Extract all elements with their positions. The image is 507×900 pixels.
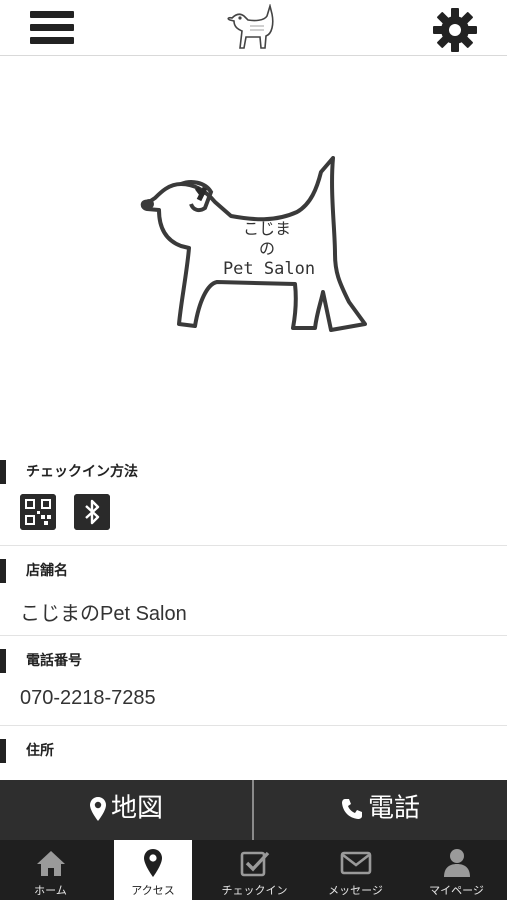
app-header [0,0,507,56]
tab-home[interactable]: ホーム [0,840,101,900]
tab-checkin-label: チェックイン [221,884,288,897]
map-button[interactable]: 地図 [0,780,252,840]
map-pin-icon [144,849,162,877]
tab-mypage[interactable]: マイページ [406,840,507,900]
map-pin-icon [89,796,106,821]
tab-home-label: ホーム [34,884,67,897]
qr-code-icon[interactable] [20,494,56,530]
action-bar: 地図 電話 [0,780,507,840]
checkin-method-title: チェックイン方法 [0,460,138,484]
phone-section: 電話番号 070-2218-7285 [0,637,507,726]
tab-message[interactable]: メッセージ [305,840,406,900]
map-button-label: 地図 [110,793,163,824]
phone-value[interactable]: 070-2218-7285 [20,687,156,710]
tab-mypage-label: マイページ [429,884,484,897]
address-section: 住所 [0,727,507,780]
phone-title: 電話番号 [0,649,82,673]
shop-hero-image: こじま の Pet Salon [0,57,507,450]
hamburger-menu-icon[interactable] [30,9,74,47]
phone-icon [341,798,362,819]
tab-access-label: アクセス [131,884,175,897]
checkbox-icon [240,851,269,877]
logo-text-line1: こじま [243,219,291,238]
tab-message-label: メッセージ [328,884,383,897]
tab-access[interactable]: アクセス [114,840,192,900]
call-button[interactable]: 電話 [254,780,506,840]
home-icon [36,851,65,876]
user-icon [443,849,470,877]
dog-logo-icon[interactable] [224,4,284,52]
call-button-label: 電話 [367,793,420,824]
address-title: 住所 [0,739,54,763]
shop-name-section: 店舗名 こじまのPet Salon [0,547,507,636]
logo-text-line2: の [259,239,275,258]
tab-checkin[interactable]: チェックイン [204,840,305,900]
bottom-tab-bar: ホーム アクセス チェックイン メッセージ マイページ [0,840,507,900]
pet-salon-logo-icon: こじま の Pet Salon [140,156,367,332]
envelope-icon [340,851,371,875]
shop-name-title: 店舗名 [0,559,68,583]
shop-name-value: こじまのPet Salon [20,603,187,625]
logo-text-line3: Pet Salon [223,259,315,279]
gear-icon[interactable] [432,7,478,53]
bluetooth-icon[interactable] [74,494,110,530]
